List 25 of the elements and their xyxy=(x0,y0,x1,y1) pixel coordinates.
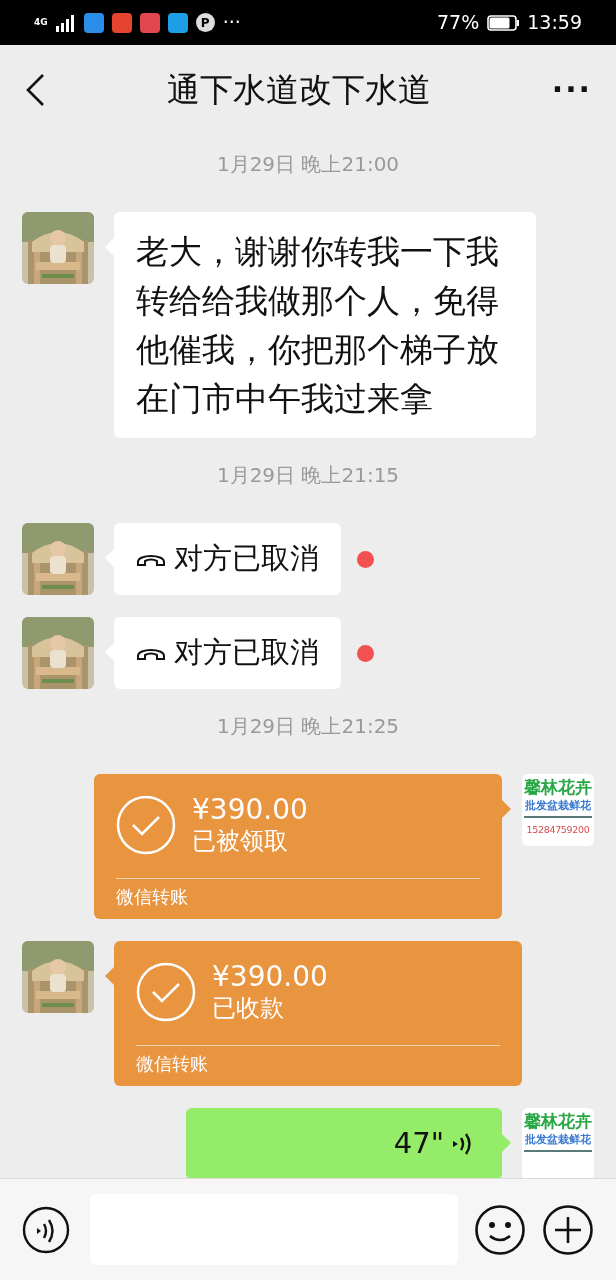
avatar-tagline: 批发盆栽鲜花 xyxy=(525,1132,591,1147)
avatar-tagline: 批发盆栽鲜花 xyxy=(525,798,591,813)
transfer-status: 已被领取 xyxy=(192,826,289,856)
call-bubble[interactable]: 对方已取消 xyxy=(114,617,341,689)
more-notifications-indicator: ··· xyxy=(222,10,241,36)
timestamp: 1月29日 晚上21:00 xyxy=(216,152,400,176)
clock-time: 13:59 xyxy=(527,10,582,36)
transfer-status: 已收款 xyxy=(212,993,285,1023)
chat-title: 通下水道改下水道 xyxy=(166,69,431,112)
call-bubble[interactable]: 对方已取消 xyxy=(114,523,341,595)
transfer-amount: ¥390.00 xyxy=(212,961,328,993)
transfer-amount: ¥390.00 xyxy=(192,794,308,826)
avatar-brand-name: 馨林花卉 xyxy=(524,776,592,798)
timestamp: 1月29日 晚上21:15 xyxy=(216,463,400,487)
network-label: 4G xyxy=(34,18,48,27)
avatar-phone-number: 15284759200 xyxy=(526,823,590,837)
timestamp: 1月29日 晚上21:25 xyxy=(216,714,400,738)
notification-badge: P xyxy=(195,13,215,32)
transfer-label: 微信转账 xyxy=(116,885,188,909)
voice-message-bubble[interactable]: 47" xyxy=(186,1108,502,1178)
battery-percentage: 77% xyxy=(437,10,480,36)
avatar-brand-name: 馨林花卉 xyxy=(524,1110,592,1132)
more-button[interactable]: ··· xyxy=(551,75,592,105)
transfer-label: 微信转账 xyxy=(136,1052,208,1076)
message-bubble: 老大，谢谢你转我一下我转给给我做那个人，免得他催我，你把那个梯子放在门市中午我过来拿 xyxy=(114,212,536,438)
